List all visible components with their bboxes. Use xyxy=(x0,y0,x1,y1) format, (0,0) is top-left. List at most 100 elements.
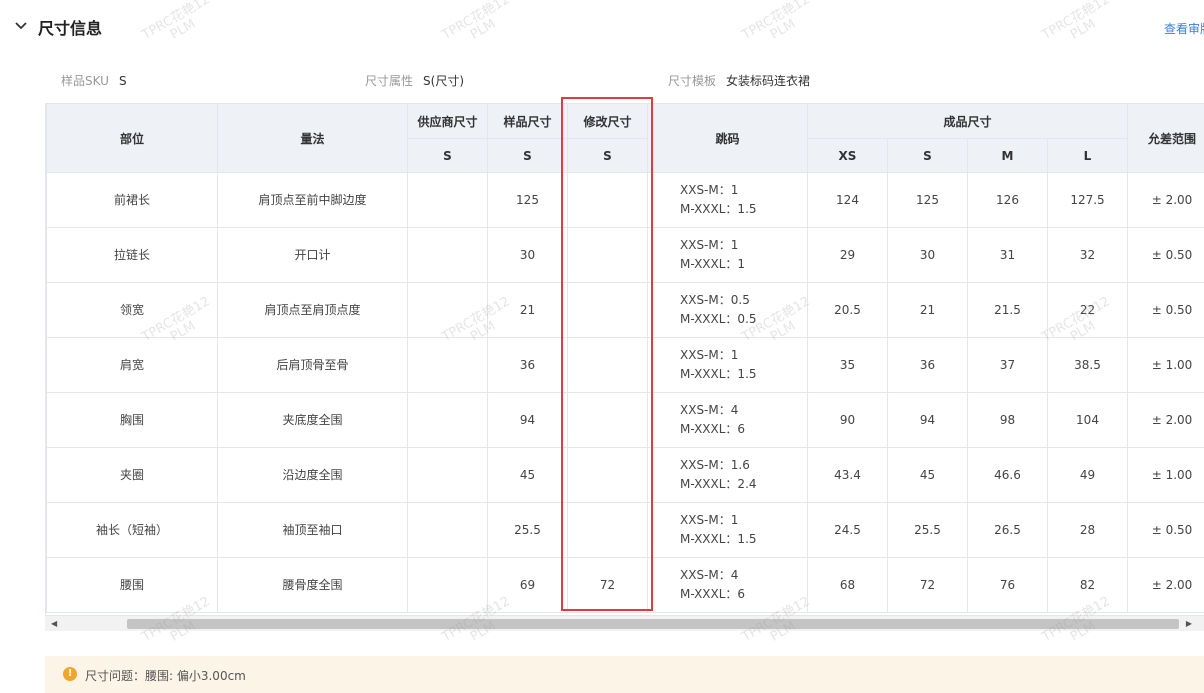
cell-tolerance: ± 2.00 xyxy=(1127,392,1204,448)
th-size-m: M xyxy=(967,138,1048,173)
cell-size-s: 94 xyxy=(887,392,968,448)
cell-sample-size: 94 xyxy=(487,392,568,448)
th-supplier-sub: S xyxy=(407,138,488,173)
horizontal-scrollbar[interactable]: ◀ ▶ xyxy=(45,615,1204,631)
cell-tolerance: ± 0.50 xyxy=(1127,502,1204,558)
cell-part: 肩宽 xyxy=(46,337,218,393)
jump-line-1: XXS-M：4 xyxy=(680,403,739,417)
table-row: 腰围 腰骨度全围 69 72 XXS-M：4 M-XXXL：6 68 72 76 82 ± 2.00 xyxy=(46,557,1204,613)
cell-supplier-size xyxy=(407,282,488,338)
cell-size-s: 125 xyxy=(887,172,968,228)
cell-size-xs: 43.4 xyxy=(807,447,888,503)
jump-line-1: XXS-M：1 xyxy=(680,348,739,362)
cell-size-xs: 90 xyxy=(807,392,888,448)
cell-size-l: 38.5 xyxy=(1046,337,1129,393)
cell-size-s: 45 xyxy=(887,447,968,503)
cell-sample-size: 36 xyxy=(487,337,568,393)
cell-jump: XXS-M：0.5 M-XXXL：0.5 xyxy=(647,282,808,338)
cell-supplier-size xyxy=(407,172,488,228)
table-row: 领宽 肩顶点至肩顶点度 21 XXS-M：0.5 M-XXXL：0.5 20.5 21 21.… xyxy=(46,282,1204,338)
cell-sample-size: 45 xyxy=(487,447,568,503)
chevron-down-icon[interactable] xyxy=(14,19,28,33)
th-modify-sub: S xyxy=(567,138,648,173)
jump-line-1: XXS-M：1 xyxy=(680,183,739,197)
cell-tolerance: ± 2.00 xyxy=(1127,557,1204,613)
jump-line-2: M-XXXL：0.5 xyxy=(680,312,757,326)
jump-line-2: M-XXXL：2.4 xyxy=(680,477,757,491)
size-table: 部位 量法 供应商尺寸 样品尺寸 修改尺寸 跳码 成品尺寸 允差范围 S S S… xyxy=(46,103,1204,613)
cell-method: 肩顶点至肩顶点度 xyxy=(217,282,408,338)
cell-size-xs: 20.5 xyxy=(807,282,888,338)
scroll-left-icon[interactable]: ◀ xyxy=(51,619,57,628)
size-template-value: 女装标码连衣裙 xyxy=(726,74,811,88)
cell-supplier-size xyxy=(407,392,488,448)
th-finished-size: 成品尺寸 xyxy=(806,103,1129,139)
th-size-l: L xyxy=(1046,138,1129,173)
table-row: 拉链长 开口计 30 XXS-M：1 M-XXXL：1 29 30 31 32 ± 0.50 xyxy=(46,227,1204,283)
cell-modify-size[interactable]: 72 xyxy=(567,557,648,613)
cell-modify-size[interactable] xyxy=(567,337,648,393)
cell-modify-size[interactable] xyxy=(567,227,648,283)
jump-line-1: XXS-M：0.5 xyxy=(680,293,750,307)
cell-part: 胸围 xyxy=(46,392,218,448)
cell-supplier-size xyxy=(407,502,488,558)
cell-tolerance: ± 1.00 xyxy=(1127,337,1204,393)
cell-modify-size[interactable] xyxy=(567,392,648,448)
cell-jump: XXS-M：1 M-XXXL：1 xyxy=(647,227,808,283)
size-template-label: 尺寸模板 xyxy=(668,74,717,88)
size-attr-label: 尺寸属性 xyxy=(365,74,414,88)
cell-sample-size: 21 xyxy=(487,282,568,338)
cell-size-s: 25.5 xyxy=(887,502,968,558)
cell-modify-size[interactable] xyxy=(567,282,648,338)
th-jump: 跳码 xyxy=(647,103,808,173)
cell-modify-size[interactable] xyxy=(567,172,648,228)
size-table-body: 前裙长 肩顶点至前中脚边度 125 XXS-M：1 M-XXXL：1.5 124 125 12… xyxy=(46,172,1204,613)
cell-jump: XXS-M：1 M-XXXL：1.5 xyxy=(647,337,808,393)
cell-supplier-size xyxy=(407,557,488,613)
cell-size-m: 98 xyxy=(967,392,1048,448)
cell-method: 后肩顶骨至骨 xyxy=(217,337,408,393)
sku-label: 样品SKU xyxy=(61,74,109,88)
cell-jump: XXS-M：4 M-XXXL：6 xyxy=(647,557,808,613)
th-size-xs: XS xyxy=(807,138,888,173)
jump-line-2: M-XXXL：1 xyxy=(680,257,746,271)
cell-method: 开口计 xyxy=(217,227,408,283)
cell-method: 沿边度全围 xyxy=(217,447,408,503)
table-row: 袖长（短袖） 袖顶至袖口 25.5 XXS-M：1 M-XXXL：1.5 24.5 25.5… xyxy=(46,502,1204,558)
cell-jump: XXS-M：4 M-XXXL：6 xyxy=(647,392,808,448)
cell-size-l: 82 xyxy=(1046,557,1129,613)
cell-part: 拉链长 xyxy=(46,227,218,283)
th-supplier-size: 供应商尺寸 xyxy=(407,103,488,139)
cell-size-s: 36 xyxy=(887,337,968,393)
cell-method: 肩顶点至前中脚边度 xyxy=(217,172,408,228)
cell-supplier-size xyxy=(407,337,488,393)
jump-line-1: XXS-M：4 xyxy=(680,568,739,582)
cell-size-xs: 68 xyxy=(807,557,888,613)
th-part: 部位 xyxy=(46,103,218,173)
cell-size-m: 37 xyxy=(967,337,1048,393)
jump-line-2: M-XXXL：6 xyxy=(680,422,746,436)
cell-size-l: 22 xyxy=(1046,282,1129,338)
cell-modify-size[interactable] xyxy=(567,447,648,503)
table-row: 前裙长 肩顶点至前中脚边度 125 XXS-M：1 M-XXXL：1.5 124 125 12… xyxy=(46,172,1204,228)
cell-size-l: 28 xyxy=(1046,502,1129,558)
cell-jump: XXS-M：1 M-XXXL：1.5 xyxy=(647,172,808,228)
cell-size-m: 31 xyxy=(967,227,1048,283)
th-method: 量法 xyxy=(217,103,408,173)
th-size-s: S xyxy=(887,138,968,173)
table-row: 夹圈 沿边度全围 45 XXS-M：1.6 M-XXXL：2.4 43.4 45 46.6 49… xyxy=(46,447,1204,503)
cell-tolerance: ± 0.50 xyxy=(1127,227,1204,283)
cell-tolerance: ± 0.50 xyxy=(1127,282,1204,338)
th-modify-size: 修改尺寸 xyxy=(567,103,648,139)
cell-size-s: 21 xyxy=(887,282,968,338)
cell-size-xs: 35 xyxy=(807,337,888,393)
scroll-right-icon[interactable]: ▶ xyxy=(1186,619,1192,628)
table-row: 胸围 夹底度全围 94 XXS-M：4 M-XXXL：6 90 94 98 104 ± 2.00 xyxy=(46,392,1204,448)
section-title: 尺寸信息 xyxy=(38,19,103,38)
cell-supplier-size xyxy=(407,447,488,503)
view-audit-link[interactable]: 查看审版 xyxy=(1164,20,1204,37)
cell-modify-size[interactable] xyxy=(567,502,648,558)
cell-size-xs: 124 xyxy=(807,172,888,228)
cell-size-l: 32 xyxy=(1046,227,1129,283)
scrollbar-thumb[interactable] xyxy=(127,619,1179,629)
